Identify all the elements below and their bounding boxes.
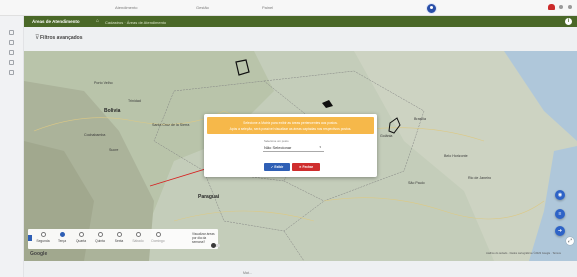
app-root: Atendimento Gestão Painel Áreas de Atend… <box>0 0 577 277</box>
radio[interactable] <box>155 232 161 237</box>
day-option-segunda[interactable]: Segunda <box>34 232 52 243</box>
advanced-filters-toggle[interactable]: Filtros avançados <box>40 35 83 41</box>
weekday-panel: Segunda Terça Quarta Quinta Sexta Sábado… <box>28 229 220 249</box>
day-option-sabado[interactable]: Sábado <box>129 232 147 243</box>
filter-icon[interactable]: ⊽ <box>35 35 39 41</box>
radio[interactable] <box>78 232 84 237</box>
sidebar-gear-icon[interactable] <box>9 70 14 75</box>
day-option-terca[interactable]: Terça <box>53 232 71 243</box>
user-avatar[interactable] <box>426 3 437 14</box>
sidebar-users-icon[interactable] <box>9 60 14 65</box>
next-button[interactable]: ➜ <box>555 226 565 236</box>
toggle-label: Visualizar áreas por dia da semana? <box>192 232 215 244</box>
radio[interactable] <box>40 232 46 237</box>
day-option-sexta[interactable]: Sexta <box>110 232 128 243</box>
day-option-domingo[interactable]: Domingo <box>149 232 167 243</box>
radio[interactable] <box>97 232 103 237</box>
chevron-down-icon: ▾ <box>319 145 321 149</box>
layers-button[interactable]: ◉ <box>555 190 565 200</box>
day-option-quarta[interactable]: Quarta <box>72 232 90 243</box>
sidebar-list-icon[interactable] <box>9 50 14 55</box>
select-label: Selecione um posto <box>264 139 289 143</box>
close-button[interactable]: ✕ Fechar <box>292 163 320 171</box>
home-icon[interactable]: ⌂ <box>96 19 99 24</box>
sidebar-home-icon[interactable] <box>9 30 14 35</box>
weekday-toggle[interactable] <box>211 243 220 248</box>
nav-item-painel[interactable]: Painel <box>262 5 273 10</box>
panel-handle[interactable] <box>28 235 32 241</box>
day-label: Quinta <box>95 239 105 243</box>
help-icon[interactable] <box>559 5 563 9</box>
settings-icon[interactable] <box>568 5 572 9</box>
app-logo[interactable] <box>6 3 16 12</box>
radio[interactable] <box>116 232 122 237</box>
show-button[interactable]: ✓ Exibir <box>264 163 290 171</box>
footer-text: Mat... <box>243 271 252 275</box>
notice-line-1: Selecione a Matriz para exibir as áreas … <box>243 121 338 125</box>
toggle-knob <box>211 243 216 248</box>
select-post-modal: Selecione a Matriz para exibir as áreas … <box>204 114 377 177</box>
day-label: Terça <box>57 239 67 243</box>
radio[interactable] <box>135 232 141 237</box>
warning-notice: Selecione a Matriz para exibir as áreas … <box>207 117 374 134</box>
info-icon[interactable]: i <box>565 18 572 25</box>
breadcrumb[interactable]: Cadastros · Áreas de Atendimento <box>105 20 166 25</box>
list-button[interactable]: ≡ <box>555 209 565 219</box>
day-label: Quarta <box>75 239 87 243</box>
post-select[interactable]: Não Selecionar ▾ <box>263 144 324 152</box>
nav-item-atendimento[interactable]: Atendimento <box>115 5 137 10</box>
select-value: Não Selecionar <box>264 145 292 150</box>
zoom-icon[interactable]: ⤢ <box>566 237 574 245</box>
radio[interactable] <box>59 232 65 237</box>
nav-item-gestao[interactable]: Gestão <box>196 5 209 10</box>
day-label: Segunda <box>36 239 50 243</box>
map-attribution[interactable]: Atalhos do teclado · Dados cartográficos… <box>486 252 561 255</box>
day-label: Sábado <box>132 239 144 243</box>
top-header: Atendimento Gestão Painel <box>0 0 577 16</box>
sidebar-map-icon[interactable] <box>9 40 14 45</box>
google-logo: Google <box>30 251 48 257</box>
day-option-quinta[interactable]: Quinta <box>91 232 109 243</box>
bell-icon[interactable] <box>548 4 555 10</box>
page-title: Áreas de Atendimento <box>32 19 80 24</box>
day-label: Sexta <box>114 239 124 243</box>
day-label: Domingo <box>151 239 165 243</box>
notice-line-2: Após a seleção, será possível visualizar… <box>229 127 352 131</box>
filter-row <box>24 27 577 51</box>
sidebar <box>0 16 24 277</box>
